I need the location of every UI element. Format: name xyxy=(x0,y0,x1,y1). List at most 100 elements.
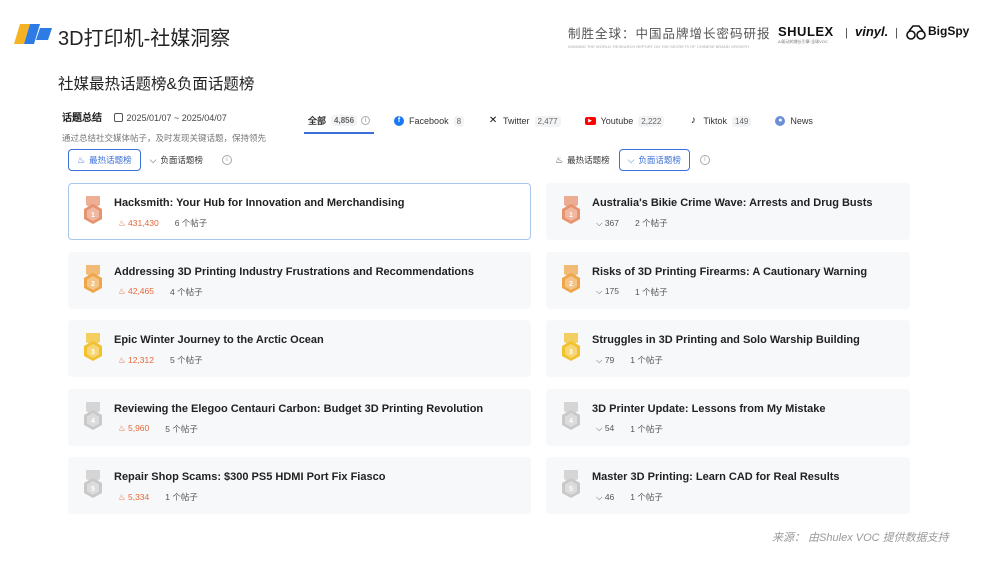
tab-label: Tiktok xyxy=(703,116,727,126)
topic-title: Australia's Bikie Crime Wave: Arrests an… xyxy=(592,197,873,209)
tagline: 制胜全球：中国品牌增长密码研报 WINNING THE WORLD: RESEA… xyxy=(568,23,771,49)
flame-icon: ♨ xyxy=(77,154,86,165)
topic-meta: ⌵ 54 1 个帖子 xyxy=(596,423,663,435)
negative-topic-list: 1 Australia's Bikie Crime Wave: Arrests a… xyxy=(546,183,910,526)
topic-card[interactable]: 1 Hacksmith: Your Hub for Innovation and … xyxy=(68,183,531,240)
section-title: 社媒最热话题榜&负面话题榜 xyxy=(58,76,255,93)
hot-toggle-button[interactable]: ♨ 最热话题榜 xyxy=(546,149,619,171)
metric-number: 367 xyxy=(604,217,619,228)
svg-text:1: 1 xyxy=(569,212,573,219)
svg-text:3: 3 xyxy=(569,349,573,356)
thumbs-down-icon: ⌵ xyxy=(596,354,605,365)
svg-text:1: 1 xyxy=(91,212,95,219)
topic-card[interactable]: 3 Struggles in 3D Printing and Solo Warsh… xyxy=(546,320,910,377)
tab-count: 149 xyxy=(732,115,752,127)
flame-icon: ♨ xyxy=(118,286,128,296)
panel-title: 话题总结 xyxy=(62,113,102,124)
tagline-zh: 制胜全球：中国品牌增长密码研报 xyxy=(568,27,771,41)
tab-count: 4,856 xyxy=(331,114,358,126)
topic-card[interactable]: 4 Reviewing the Elegoo Centauri Carbon: B… xyxy=(68,388,531,446)
heat-value: ♨ 431,430 xyxy=(118,218,159,229)
negative-toggle-button[interactable]: ⌵ 负面话题榜 xyxy=(618,149,690,171)
tab-facebook[interactable]: f Facebook 8 xyxy=(390,108,468,134)
flame-icon: ♨ xyxy=(555,154,564,165)
topic-meta: ⌵ 46 1 个帖子 xyxy=(596,491,663,503)
medal-icon: 3 xyxy=(84,333,102,361)
topic-meta: ♨ 12,312 5 个帖子 xyxy=(118,354,203,366)
topic-card[interactable]: 4 3D Printer Update: Lessons from My Mist… xyxy=(546,388,910,446)
metric-number: 5,960 xyxy=(127,423,150,433)
tab-twitter[interactable]: ✕ Twitter 2,477 xyxy=(484,108,565,134)
medal-icon: 5 xyxy=(562,470,580,498)
topic-card[interactable]: 3 Epic Winter Journey to the Arctic Ocean… xyxy=(68,320,531,377)
medal-icon: 5 xyxy=(84,470,102,498)
tab-youtube[interactable]: ▶ Youtube 2,222 xyxy=(581,108,669,134)
shulex-logo: SHULEX AI驱动的增长引擎·全球VOC xyxy=(778,24,834,45)
hot-toggle-button[interactable]: ♨ 最热话题榜 xyxy=(68,149,141,171)
hot-toggle-label: 最热话题榜 xyxy=(567,155,610,165)
source-note: 来源： 由Shulex VOC 提供数据支持 xyxy=(772,532,949,544)
post-count: 1 个帖子 xyxy=(165,492,198,502)
slide-title: 3D打印机-社媒洞察 xyxy=(58,28,231,50)
post-count: 1 个帖子 xyxy=(635,286,668,297)
news-icon: ● xyxy=(775,116,786,126)
flame-icon: ♨ xyxy=(118,491,128,502)
negative-value: ⌵ 175 xyxy=(596,286,619,297)
tab-all[interactable]: 全部 4,856 i xyxy=(304,108,375,134)
medal-icon: 1 xyxy=(84,196,102,224)
flame-icon: ♨ xyxy=(118,423,128,433)
hot-toggle-label: 最热话题榜 xyxy=(89,155,132,165)
svg-text:4: 4 xyxy=(91,418,95,425)
metric-number: 46 xyxy=(604,491,615,502)
tab-label: News xyxy=(790,116,813,126)
heat-value: ♨ 42,465 xyxy=(118,286,154,297)
bigspy-logo: BigSpy xyxy=(928,24,970,38)
metric-number: 42,465 xyxy=(127,286,154,296)
medal-icon: 4 xyxy=(84,401,102,430)
medal-icon: 4 xyxy=(562,401,580,430)
post-count: 1 个帖子 xyxy=(630,355,663,365)
heat-value: ♨ 12,312 xyxy=(118,355,154,366)
calendar-icon xyxy=(114,113,124,122)
date-range[interactable]: 2025/01/07 ~ 2025/04/07 xyxy=(114,113,227,123)
negative-value: ⌵ 367 xyxy=(596,218,619,229)
info-icon: i xyxy=(361,115,371,125)
topic-card[interactable]: 5 Master 3D Printing: Learn CAD for Real … xyxy=(546,457,910,514)
divider: | xyxy=(895,27,898,39)
thumbs-down-icon: ⌵ xyxy=(627,154,635,165)
metric-number: 12,312 xyxy=(127,354,154,365)
tab-label: 全部 xyxy=(308,115,327,126)
topic-card[interactable]: 2 Addressing 3D Printing Industry Frustra… xyxy=(68,251,531,309)
thumbs-down-icon: ⌵ xyxy=(596,491,605,502)
topic-meta: ♨ 5,960 5 个帖子 xyxy=(118,423,198,435)
svg-text:5: 5 xyxy=(91,486,95,493)
divider: | xyxy=(845,27,848,39)
bigspy-icon xyxy=(906,25,926,40)
svg-text:3: 3 xyxy=(91,349,95,356)
topic-meta: ⌵ 175 1 个帖子 xyxy=(596,286,668,298)
topic-card[interactable]: 1 Australia's Bikie Crime Wave: Arrests a… xyxy=(546,183,910,240)
tab-news[interactable]: ● News xyxy=(771,108,817,134)
topic-meta: ⌵ 79 1 个帖子 xyxy=(596,354,663,366)
info-icon[interactable]: i xyxy=(699,155,710,165)
negative-toggle-label: 负面话题榜 xyxy=(638,155,681,165)
topic-card[interactable]: 5 Repair Shop Scams: $300 PS5 HDMI Port F… xyxy=(68,457,531,514)
topic-meta: ♨ 42,465 4 个帖子 xyxy=(118,286,203,298)
facebook-icon: f xyxy=(394,116,405,126)
thumbs-down-icon: ⌵ xyxy=(149,154,157,165)
topic-meta: ♨ 431,430 6 个帖子 xyxy=(118,217,207,229)
date-range-text: 2025/01/07 ~ 2025/04/07 xyxy=(126,113,227,123)
topic-title: Epic Winter Journey to the Arctic Ocean xyxy=(114,334,324,346)
panel-header: 话题总结 2025/01/07 ~ 2025/04/07 通过总结社交媒体帖子，… xyxy=(62,108,266,144)
info-icon[interactable]: i xyxy=(221,155,232,165)
topic-card[interactable]: 2 Risks of 3D Printing Firearms: A Cautio… xyxy=(546,251,910,309)
tab-tiktok[interactable]: ♪ Tiktok 149 xyxy=(684,108,755,134)
negative-toggle-button[interactable]: ⌵ 负面话题榜 xyxy=(141,149,212,171)
topic-title: Risks of 3D Printing Firearms: A Caution… xyxy=(592,265,868,278)
youtube-icon: ▶ xyxy=(584,117,596,125)
x-icon: ✕ xyxy=(488,115,499,126)
heat-value: ♨ 5,960 xyxy=(118,423,149,434)
thumbs-down-icon: ⌵ xyxy=(596,286,605,296)
medal-icon: 3 xyxy=(562,333,580,361)
tiktok-icon: ♪ xyxy=(688,116,699,126)
